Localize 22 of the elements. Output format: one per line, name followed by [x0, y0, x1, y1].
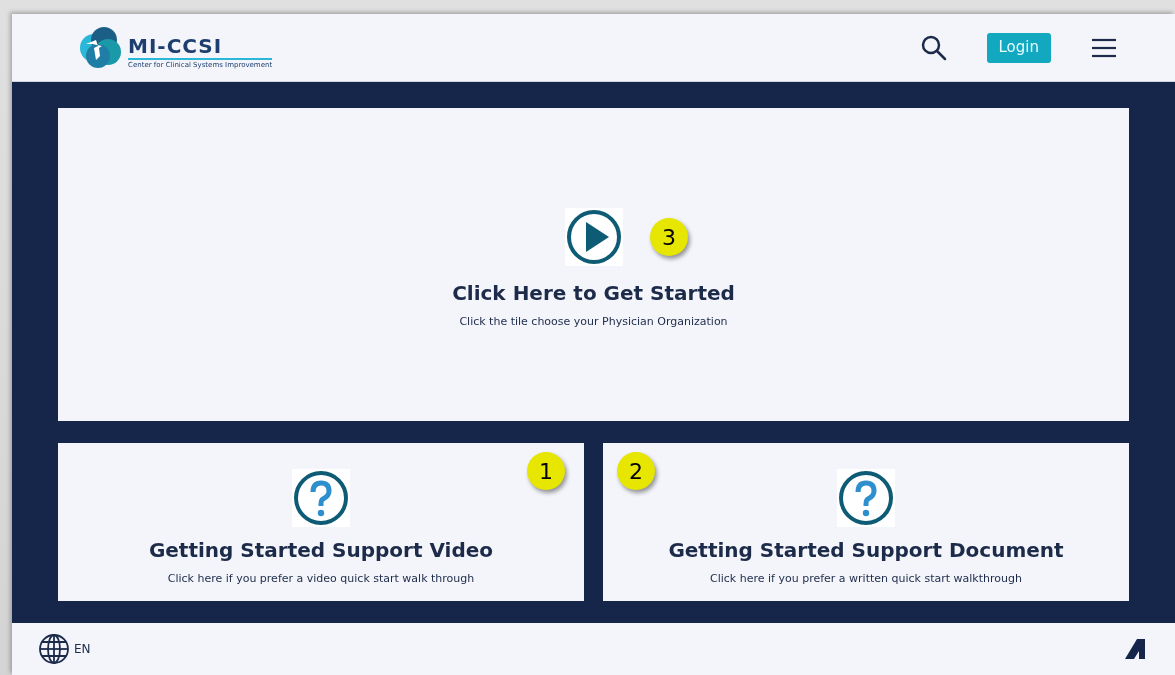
help-icon — [837, 468, 895, 527]
tile-title: Getting Started Support Document — [668, 536, 1064, 564]
tile[interactable]: Getting Started Support Video Click here if you prefer a video quick start walk through 1 — [58, 443, 584, 601]
globe-icon[interactable] — [38, 633, 70, 665]
number-callout: 2 — [617, 452, 655, 490]
tile-subtitle: Click here if you prefer a written quick start walkthrough — [710, 570, 1022, 587]
tile[interactable]: Click Here to Get Started Click the tile choose your Physician Organization 3 — [58, 108, 1129, 421]
brand-icon — [1125, 639, 1145, 659]
tile-subtitle: Click here if you prefer a video quick start walk through — [167, 570, 475, 587]
tile-title: Getting Started Support Video — [148, 536, 494, 564]
number-callout: 1 — [527, 452, 565, 490]
tile-title: Click Here to Get Started — [452, 280, 735, 308]
play-icon — [564, 208, 623, 267]
logo-name: MI-CCSI — [128, 36, 273, 60]
language-label[interactable]: EN — [74, 640, 91, 658]
tile-subtitle: Click the tile choose your Physician Organization — [459, 314, 728, 331]
tile[interactable]: Getting Started Support Document Click here if you prefer a written quick start walkthrough 2 — [603, 443, 1129, 601]
help-icon — [292, 468, 350, 527]
number-callout: 3 — [650, 218, 688, 256]
search-icon[interactable] — [920, 34, 947, 61]
logo-icon — [78, 25, 124, 70]
menu-icon[interactable] — [1091, 37, 1117, 58]
